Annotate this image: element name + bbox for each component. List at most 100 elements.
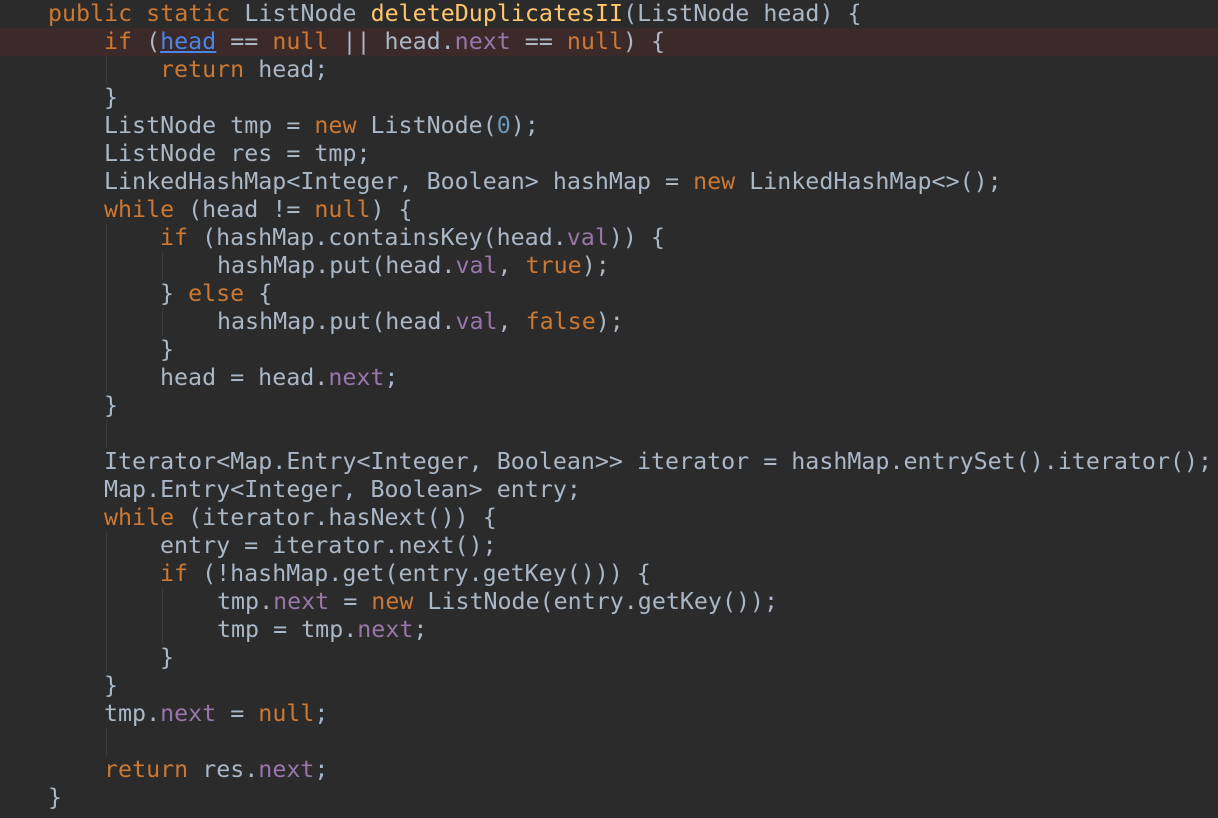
indent-guide [106,308,107,336]
code-link-token[interactable]: head [160,28,216,55]
code-token: else [188,280,259,307]
code-text: tmp = tmp.next; [217,616,427,644]
code-text: } else { [160,280,272,308]
indent-guide [106,560,107,588]
code-line[interactable]: tmp = tmp.next; [0,616,1218,644]
code-token: new [314,112,371,139]
code-text: public static ListNode deleteDuplicatesI… [48,0,862,28]
code-line[interactable]: ListNode tmp = new ListNode(0); [0,112,1218,140]
code-token: LinkedHashMap<Integer, Boolean> hashMap … [104,168,694,195]
code-text: hashMap.put(head.val, false); [217,308,624,336]
code-token: head = head. [160,364,329,391]
code-text: } [104,392,118,420]
code-token: tmp. [104,700,161,727]
code-line[interactable] [0,420,1218,448]
code-token: 0 [496,112,511,139]
indent-guide [106,644,107,672]
code-token: return [104,756,203,783]
code-line[interactable]: } [0,392,1218,420]
code-line[interactable]: LinkedHashMap<Integer, Boolean> hashMap … [0,168,1218,196]
code-token: Map.Entry<Integer, Boolean> entry; [104,476,581,503]
code-token: null [258,700,315,727]
code-line[interactable]: entry = iterator.next(); [0,532,1218,560]
code-line[interactable]: if (!hashMap.get(entry.getKey())) { [0,560,1218,588]
code-token: } [48,784,63,811]
code-token: ; [384,364,399,391]
code-line[interactable]: } [0,672,1218,700]
code-token: = [329,588,372,615]
code-token: val [455,308,498,335]
code-token: if [160,560,203,587]
code-token: } [160,644,175,671]
code-line[interactable]: if (head == null || head.next == null) { [0,28,1218,56]
code-line[interactable]: hashMap.put(head.val, false); [0,308,1218,336]
code-text: entry = iterator.next(); [160,532,497,560]
code-token: , [497,252,526,279]
code-line[interactable]: } [0,644,1218,672]
code-token: (ListNode head) { [623,0,862,27]
code-text: ListNode tmp = new ListNode(0); [104,112,539,140]
indent-guide [162,308,163,336]
code-text: while (iterator.hasNext()) { [104,504,497,532]
code-line[interactable]: } [0,336,1218,364]
code-text: } [160,336,174,364]
code-token: next [328,364,385,391]
code-line[interactable]: while (iterator.hasNext()) { [0,504,1218,532]
code-token: null [272,28,329,55]
code-token: Iterator<Map.Entry<Integer, Boolean>> it… [104,448,1213,475]
code-line[interactable]: tmp.next = new ListNode(entry.getKey()); [0,588,1218,616]
code-editor[interactable]: public static ListNode deleteDuplicatesI… [0,0,1218,818]
indent-guide [106,224,107,252]
code-token: } [104,672,119,699]
code-token: } [104,392,119,419]
code-token: null [566,28,623,55]
code-token: deleteDuplicatesII [370,0,624,27]
code-token: == [510,28,567,55]
code-text: tmp.next = new ListNode(entry.getKey()); [217,588,778,616]
code-line[interactable]: while (head != null) { [0,196,1218,224]
code-text: Iterator<Map.Entry<Integer, Boolean>> it… [104,448,1212,476]
code-token: val [455,252,498,279]
code-line[interactable]: ListNode res = tmp; [0,140,1218,168]
code-line[interactable]: tmp.next = null; [0,700,1218,728]
indent-guide [162,252,163,280]
code-line[interactable]: head = head.next; [0,364,1218,392]
code-token: ; [314,756,329,783]
code-token: next [357,616,414,643]
code-token: entry = iterator.next(); [160,532,497,559]
code-line[interactable]: return res.next; [0,756,1218,784]
code-text: Map.Entry<Integer, Boolean> entry; [104,476,581,504]
code-token: = [216,700,259,727]
code-text: } [104,672,118,700]
code-line[interactable]: public static ListNode deleteDuplicatesI… [0,0,1218,28]
code-text: return head; [160,56,328,84]
code-line[interactable]: if (hashMap.containsKey(head.val)) { [0,224,1218,252]
code-token: ListNode res = tmp; [104,140,371,167]
code-text: LinkedHashMap<Integer, Boolean> hashMap … [104,168,1002,196]
code-token: == [216,28,273,55]
code-line[interactable]: Iterator<Map.Entry<Integer, Boolean>> it… [0,448,1218,476]
code-token: } [160,336,175,363]
code-token: false [525,308,596,335]
code-token: ); [595,308,624,335]
code-line[interactable]: Map.Entry<Integer, Boolean> entry; [0,476,1218,504]
code-token: true [525,252,582,279]
code-token: || head. [328,28,455,55]
code-token: next [454,28,511,55]
code-line[interactable]: return head; [0,56,1218,84]
indent-guide [106,420,107,448]
code-line[interactable]: } [0,784,1218,812]
code-token: ) { [370,196,413,223]
code-token: (head != [188,196,315,223]
code-text: return res.next; [104,756,328,784]
code-token: LinkedHashMap<>(); [749,168,1002,195]
code-line[interactable]: } else { [0,280,1218,308]
code-line[interactable]: } [0,84,1218,112]
indent-guide [106,588,107,616]
code-token: } [160,280,189,307]
code-line[interactable]: hashMap.put(head.val, true); [0,252,1218,280]
code-token: ListNode tmp = [104,112,315,139]
code-line[interactable] [0,728,1218,756]
code-token: while [104,504,189,531]
code-token: hashMap.put(head. [217,252,456,279]
